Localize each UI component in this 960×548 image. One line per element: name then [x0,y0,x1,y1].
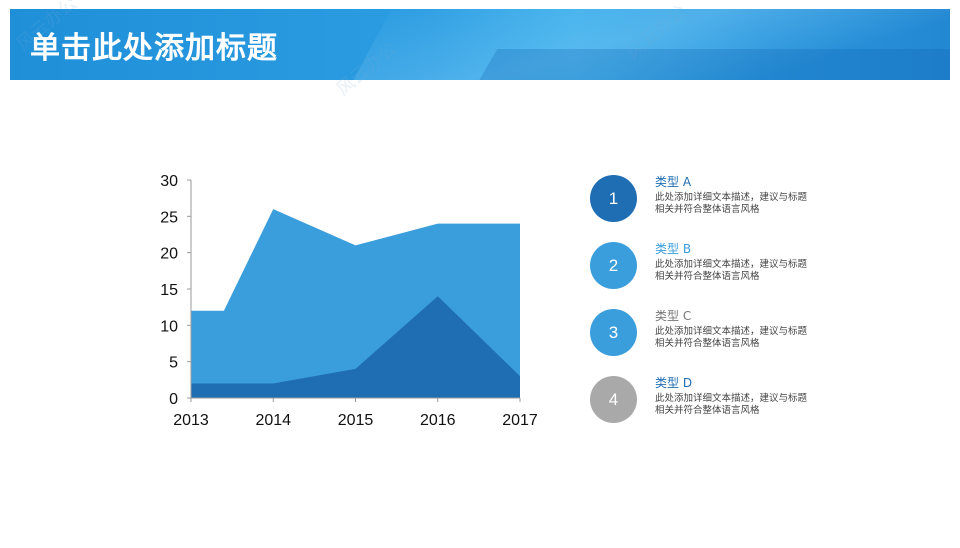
y-tick-label: 0 [169,391,178,408]
legend-description: 此处添加详细文本描述，建议与标题相关并符合整体语言风格 [655,326,808,349]
legend-description: 此处添加详细文本描述，建议与标题相关并符合整体语言风格 [655,259,808,282]
legend-number-badge: 4 [590,376,637,423]
legend-number-badge: 1 [590,175,637,222]
x-tick-label: 2013 [173,412,209,429]
legend-number-badge: 2 [590,242,637,289]
x-tick-label: 2017 [502,412,538,429]
legend-title: 类型 D [655,376,693,390]
x-tick-label: 2014 [255,412,291,429]
legend-title: 类型 B [655,242,692,256]
y-tick-label: 30 [160,173,178,190]
x-tick-label: 2015 [338,412,374,429]
legend-item-c[interactable]: 3 类型 C 此处添加详细文本描述，建议与标题相关并符合整体语言风格 [590,309,890,359]
x-tick-label: 2016 [420,412,456,429]
y-tick-label: 15 [160,282,178,299]
legend-item-d[interactable]: 4 类型 D 此处添加详细文本描述，建议与标题相关并符合整体语言风格 [590,376,890,426]
legend-item-a[interactable]: 1 类型 A 此处添加详细文本描述，建议与标题相关并符合整体语言风格 [590,175,890,225]
legend-description: 此处添加详细文本描述，建议与标题相关并符合整体语言风格 [655,192,808,215]
legend-title: 类型 A [655,175,692,189]
y-tick-label: 10 [160,318,178,335]
legend-description: 此处添加详细文本描述，建议与标题相关并符合整体语言风格 [655,393,808,416]
legend-number-badge: 3 [590,309,637,356]
legend-title: 类型 C [655,309,692,323]
y-tick-label: 20 [160,246,178,263]
y-tick-label: 5 [169,355,178,372]
y-tick-label: 25 [160,209,178,226]
legend-item-b[interactable]: 2 类型 B 此处添加详细文本描述，建议与标题相关并符合整体语言风格 [590,242,890,292]
